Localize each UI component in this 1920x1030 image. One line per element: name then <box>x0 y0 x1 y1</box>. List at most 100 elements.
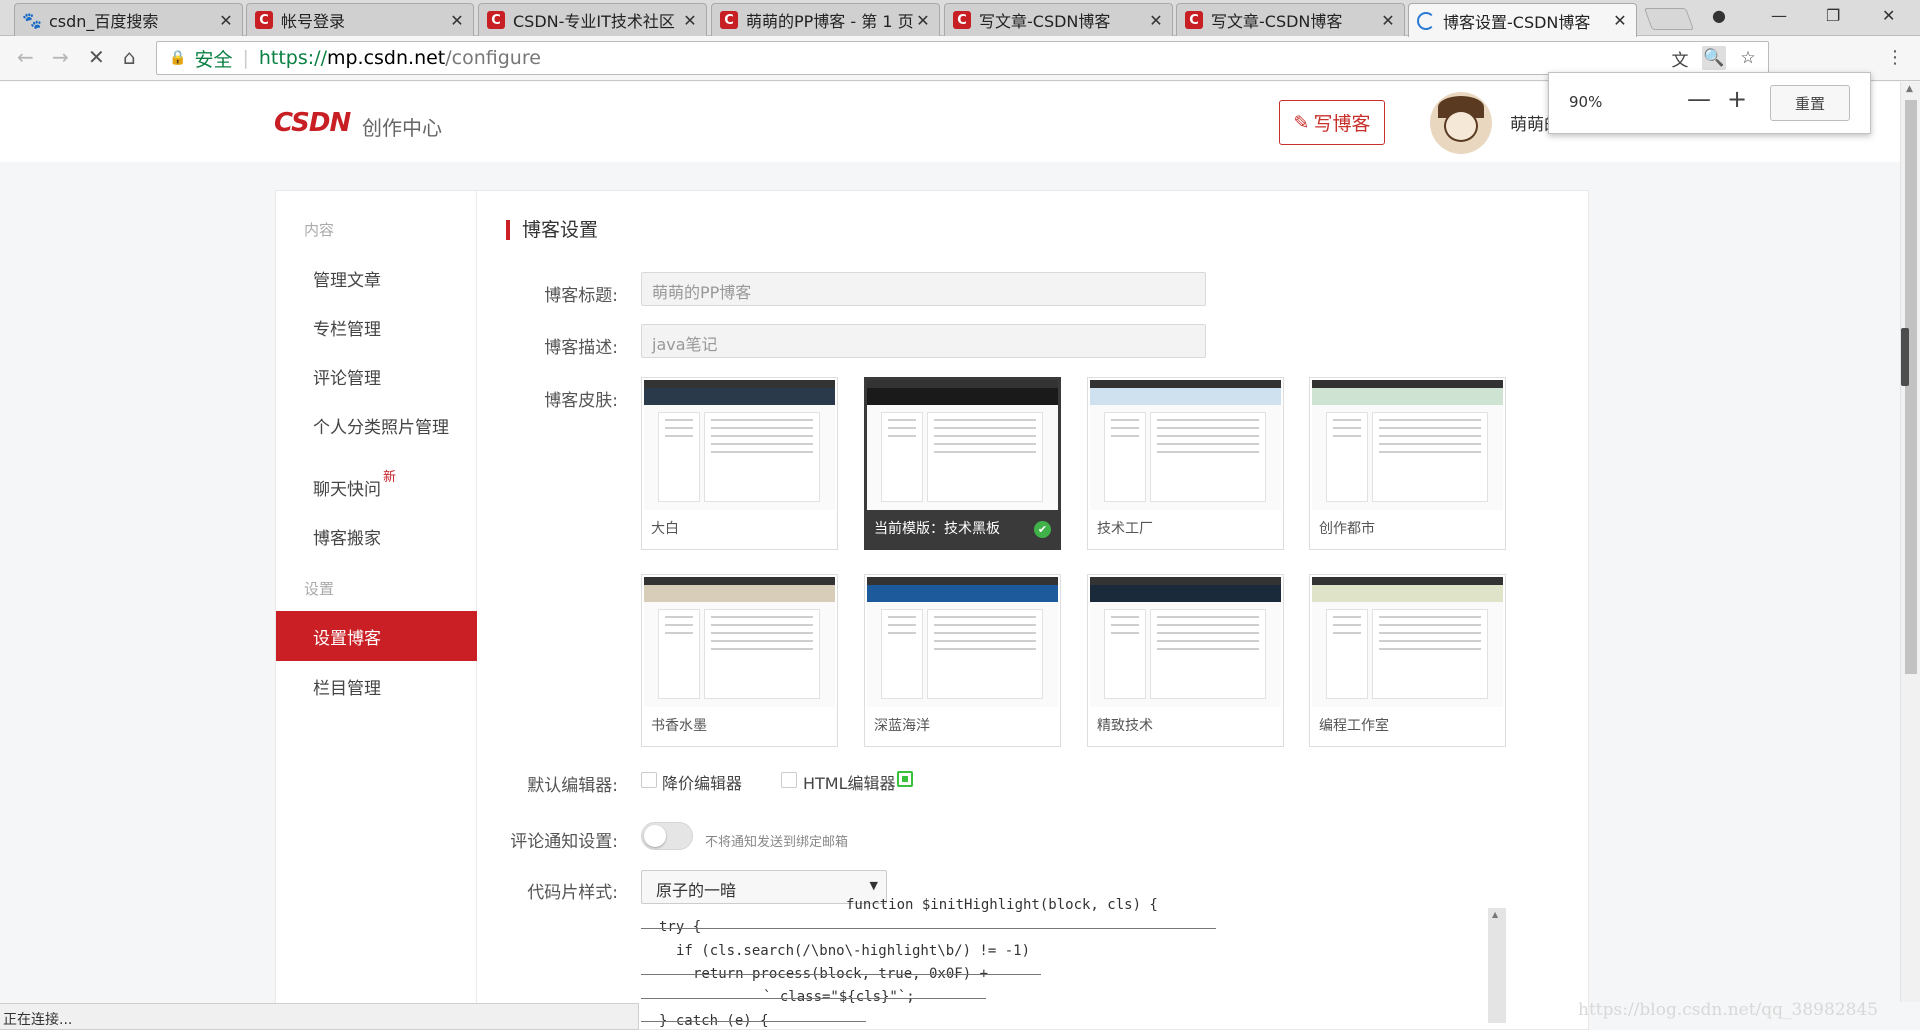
sidebar-item-label: 设置博客 <box>313 628 381 649</box>
close-icon[interactable]: ✕ <box>915 11 931 30</box>
html-editor-checkbox-empty[interactable] <box>781 772 797 788</box>
sidebar-item-label: 个人分类照片管理 <box>313 417 449 438</box>
browser-menu-icon[interactable]: ⋮ <box>1886 47 1904 68</box>
skin-card[interactable]: 精致技术 <box>1087 574 1284 747</box>
skin-card-current[interactable]: 当前模版：技术黑板 ✔ <box>864 377 1061 550</box>
check-circle-icon: ✔ <box>1034 521 1051 538</box>
pencil-icon: ✎ <box>1293 111 1310 134</box>
tab-blog-page[interactable]: C 萌萌的PP博客 - 第 1 页 ✕ <box>711 3 940 36</box>
tab-blog-settings[interactable]: 博客设置-CSDN博客 ✕ <box>1408 3 1637 37</box>
zoom-popup: 90% — + 重置 <box>1548 72 1871 134</box>
skin-thumbnail <box>644 380 835 510</box>
skin-card[interactable]: 大白 <box>641 377 838 550</box>
tab-title: 写文章-CSDN博客 <box>979 12 1111 31</box>
forward-icon[interactable]: → <box>52 45 69 69</box>
close-icon[interactable]: ✕ <box>1612 11 1628 30</box>
new-badge: 新 <box>383 469 397 485</box>
avatar[interactable] <box>1430 92 1492 154</box>
write-blog-label: 写博客 <box>1313 113 1371 135</box>
translate-icon[interactable]: 文 <box>1668 46 1692 71</box>
sidebar-item-photo-manage[interactable]: 个人分类照片管理 <box>276 400 477 450</box>
html-editor-checkbox[interactable] <box>897 771 913 787</box>
sidebar-group-content: 内容 <box>304 221 335 239</box>
home-icon[interactable]: ⌂ <box>123 45 136 69</box>
settings-panel: 内容 管理文章 专栏管理 评论管理 个人分类照片管理 聊天快问新 博客搬家 设置… <box>275 190 1589 1030</box>
close-icon[interactable]: ✕ <box>1380 11 1396 30</box>
skin-card[interactable]: 书香水墨 <box>641 574 838 747</box>
stop-icon[interactable]: ✕ <box>88 45 105 69</box>
zoom-percent: 90% <box>1569 93 1603 111</box>
tab-write-article-2[interactable]: C 写文章-CSDN博客 ✕ <box>1176 3 1405 36</box>
tab-baidu-search[interactable]: 🐾 csdn_百度搜索 ✕ <box>14 3 243 36</box>
code-preview-scrollbar[interactable]: ▲ <box>1488 908 1506 1023</box>
csdn-c-icon: C <box>720 11 738 29</box>
restore-icon[interactable]: ❐ <box>1826 6 1840 25</box>
csdn-c-icon: C <box>953 11 971 29</box>
sidebar-item-column-settings[interactable]: 栏目管理 <box>276 661 477 711</box>
omnibox-icons: 文 🔍 ☆ <box>1668 46 1760 71</box>
back-icon[interactable]: ← <box>17 45 34 69</box>
minimize-icon[interactable]: — <box>1771 6 1787 25</box>
skin-card[interactable]: 编程工作室 <box>1309 574 1506 747</box>
address-bar[interactable]: 🔒 安全 | https:// mp.csdn.net /configure 文… <box>156 41 1769 75</box>
close-icon[interactable]: ✕ <box>682 11 698 30</box>
skin-thumbnail <box>1090 577 1281 707</box>
strike-line <box>641 998 986 999</box>
window-close-icon[interactable]: ✕ <box>1882 6 1895 25</box>
watermark: https://blog.csdn.net/qq_38982845 <box>1578 1000 1879 1020</box>
csdn-c-icon: C <box>1185 11 1203 29</box>
tab-title: 萌萌的PP博客 - 第 1 页 <box>746 12 914 31</box>
new-tab-button[interactable] <box>1643 8 1695 30</box>
tab-account-login[interactable]: C 帐号登录 ✕ <box>246 3 474 36</box>
skin-card[interactable]: 创作都市 <box>1309 377 1506 550</box>
zoom-reset-button[interactable]: 重置 <box>1770 85 1850 121</box>
baidu-paw-icon: 🐾 <box>22 10 42 30</box>
markdown-editor-checkbox[interactable] <box>641 772 657 788</box>
status-bar: 正在连接... <box>0 1003 639 1030</box>
sidebar-item-manage-articles[interactable]: 管理文章 <box>276 253 477 303</box>
skin-card[interactable]: 技术工厂 <box>1087 377 1284 550</box>
blog-skin-label: 博客皮肤: <box>544 391 618 411</box>
bookmark-star-icon[interactable]: ☆ <box>1736 46 1760 70</box>
page-scrollbar[interactable]: ▲ <box>1900 82 1920 1002</box>
scroll-up-icon[interactable]: ▲ <box>1906 84 1913 94</box>
tab-csdn-home[interactable]: C CSDN-专业IT技术社区 ✕ <box>478 3 707 36</box>
markdown-editor-label[interactable]: 降价编辑器 <box>662 770 742 794</box>
csdn-logo[interactable]: CSDN <box>274 108 351 138</box>
zoom-out-button[interactable]: — <box>1687 85 1711 113</box>
editor-label: 默认编辑器: <box>527 776 618 796</box>
sidebar-item-label: 聊天快问 <box>313 479 381 500</box>
sidebar-item-comment-manage[interactable]: 评论管理 <box>276 351 477 401</box>
write-blog-button[interactable]: ✎ 写博客 <box>1279 100 1385 145</box>
close-icon[interactable]: ✕ <box>1148 11 1164 30</box>
skin-name: 深蓝海洋 <box>874 718 930 734</box>
secure-label: 安全 <box>194 48 233 71</box>
scrollbar-thumb[interactable] <box>1905 100 1917 674</box>
zoom-icon[interactable]: 🔍 <box>1702 46 1726 70</box>
blog-title-label: 博客标题: <box>544 286 618 306</box>
notify-toggle[interactable] <box>641 822 693 850</box>
html-editor-label[interactable]: HTML编辑器 <box>803 770 896 794</box>
tab-write-article-1[interactable]: C 写文章-CSDN博客 ✕ <box>944 3 1173 36</box>
blog-desc-input[interactable]: java笔记 <box>641 324 1206 358</box>
close-icon[interactable]: ✕ <box>449 11 465 30</box>
code-style-label: 代码片样式: <box>527 883 618 903</box>
code-line: ` class="${cls}"`; <box>763 989 915 1005</box>
skin-thumbnail <box>867 380 1058 510</box>
code-line: if (cls.search(/\bno\-highlight\b/) != -… <box>676 943 1031 959</box>
toggle-knob <box>644 825 666 847</box>
sidebar-group-settings: 设置 <box>304 580 335 598</box>
sidebar-item-blog-move[interactable]: 博客搬家 <box>276 511 477 561</box>
sidebar-item-quick-chat[interactable]: 聊天快问新 <box>276 462 477 512</box>
scroll-up-icon[interactable]: ▲ <box>1492 910 1498 919</box>
sidebar-item-blog-settings[interactable]: 设置博客 <box>276 611 477 661</box>
blog-title-input[interactable]: 萌萌的PP博客 <box>641 272 1206 306</box>
profile-icon[interactable]: ● <box>1712 6 1726 25</box>
zoom-in-button[interactable]: + <box>1727 85 1747 113</box>
avatar-face <box>1444 110 1478 142</box>
skin-thumbnail <box>1312 577 1503 707</box>
skin-name: 创作都市 <box>1319 521 1375 537</box>
skin-card[interactable]: 深蓝海洋 <box>864 574 1061 747</box>
close-icon[interactable]: ✕ <box>218 11 234 30</box>
sidebar-item-column-manage[interactable]: 专栏管理 <box>276 302 477 352</box>
